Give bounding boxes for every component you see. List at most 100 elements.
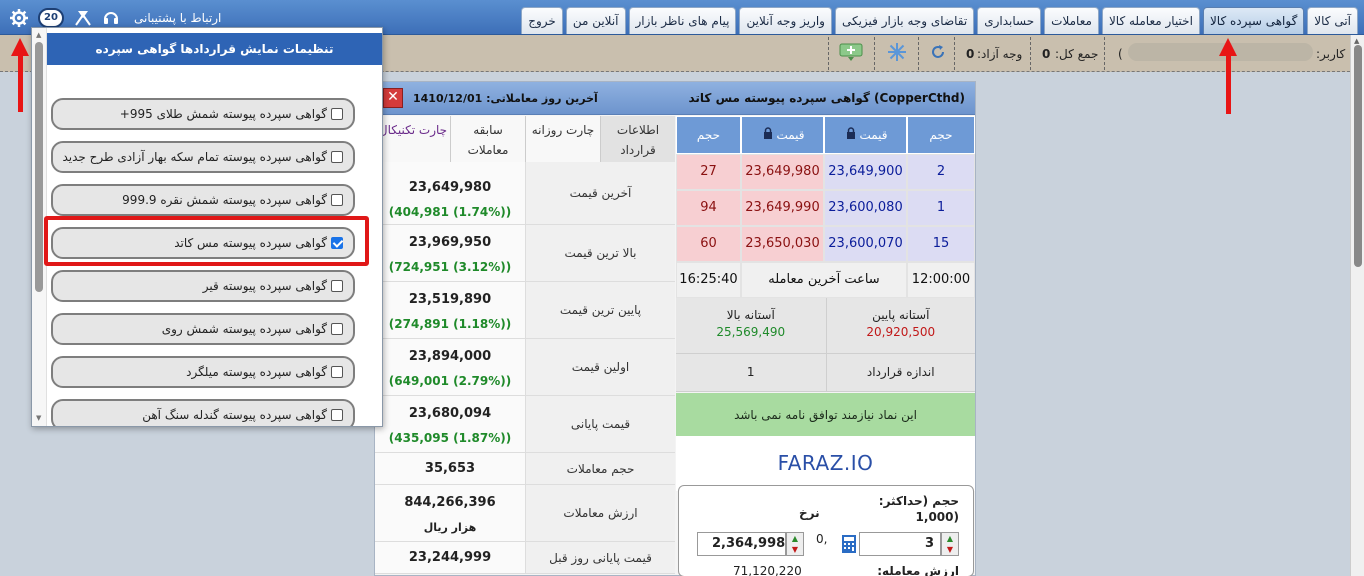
sell-volume: 60 xyxy=(676,226,741,262)
last-day-label: آخرین روز معاملاتی: xyxy=(486,92,598,105)
annotation-highlight-box xyxy=(44,216,369,266)
high-threshold: آستانه بالا 25,569,490 xyxy=(676,298,826,353)
checkbox[interactable] xyxy=(331,323,343,335)
tab-my-online[interactable]: آنلاین من xyxy=(565,7,626,34)
volume-stepper[interactable]: ▲ ▼ xyxy=(941,532,959,556)
headset-icon[interactable] xyxy=(102,8,120,29)
order-book-row[interactable]: 2 23,649,900 23,649,980 27 xyxy=(676,154,975,190)
contract-option[interactable]: گواهی سپرده پیوسته گندله سنگ آهن xyxy=(51,399,355,426)
tab-logout[interactable]: خروج xyxy=(521,7,563,34)
header-buy-price-text: قیمت xyxy=(859,128,888,142)
contract-option[interactable]: گواهی سپرده پیوسته شمش نقره 999.9 xyxy=(51,184,355,216)
divider xyxy=(1030,37,1031,70)
tab-physical-market-funds[interactable]: تقاضای وجه بازار فیزیکی xyxy=(834,7,975,34)
volume-label-line2: (1,000 xyxy=(915,510,959,524)
sell-volume: 27 xyxy=(676,154,741,190)
close-panel-button[interactable]: ✕ xyxy=(383,88,403,108)
contract-option[interactable]: گواهی سپرده پیوسته شمش طلای 995+ xyxy=(51,98,355,130)
contract-option-label: گواهی سپرده پیوسته قیر xyxy=(202,279,327,293)
sell-price[interactable]: 23,649,980 xyxy=(741,154,824,190)
contract-option[interactable]: گواهی سپرده پیوسته قیر xyxy=(51,270,355,302)
tab-supervisor-messages[interactable]: پیام های ناظر بازار xyxy=(628,7,737,34)
volume-down-icon[interactable]: ▼ xyxy=(942,544,958,555)
order-book-row[interactable]: 1 23,600,080 23,649,990 94 xyxy=(676,190,975,226)
buy-count: 15 xyxy=(907,226,975,262)
tab-futures[interactable]: آتی کالا xyxy=(1307,7,1358,34)
snowflake-icon[interactable] xyxy=(884,39,910,65)
contract-size-label: اندازه قرارداد xyxy=(825,354,976,391)
tab-trades[interactable]: معاملات xyxy=(1044,7,1099,34)
stat-label: حجم معاملات xyxy=(525,453,675,484)
header-buy-count: حجم xyxy=(907,116,975,154)
stat-value: 23,519,890 (274,891 (1.18%)) xyxy=(375,282,525,338)
stat-label: ارزش معاملات xyxy=(525,485,675,541)
stat-main-value: 23,244,999 xyxy=(408,550,492,565)
stat-main-value: 23,680,094 xyxy=(408,406,492,421)
divider xyxy=(954,37,955,70)
checkbox[interactable] xyxy=(331,280,343,292)
scroll-up-icon[interactable]: ▲ xyxy=(36,31,41,39)
tab-deposit-certificate[interactable]: گواهی سپرده کالا xyxy=(1202,7,1305,34)
stat-value: 23,649,980 (404,981 (1.74%)) xyxy=(375,162,525,224)
lock-icon xyxy=(846,117,856,153)
contract-size-value: 1 xyxy=(746,365,755,379)
sell-price[interactable]: 23,649,990 xyxy=(741,190,824,226)
calculator-icon[interactable] xyxy=(841,534,857,557)
checkbox[interactable] xyxy=(331,151,343,163)
volume-up-icon[interactable]: ▲ xyxy=(942,533,958,544)
order-book-row[interactable]: 15 23,600,070 23,650,030 60 xyxy=(676,226,975,262)
tab-options[interactable]: اختیار معامله کالا xyxy=(1101,7,1200,34)
stat-main-value: 23,894,000 xyxy=(408,349,492,364)
volume-label-line1: حجم (حداکثر: xyxy=(878,494,959,508)
time-right: 16:25:40 xyxy=(676,262,741,298)
add-order-icon[interactable] xyxy=(838,39,864,65)
divider xyxy=(828,37,829,70)
page-scrollbar[interactable]: ▲ xyxy=(1350,35,1364,576)
trade-value: 71,120,220 xyxy=(733,564,802,576)
stat-value: 23,969,950 (724,951 (3.12%)) xyxy=(375,225,525,281)
contract-option[interactable]: گواهی سپرده پیوسته میلگرد xyxy=(51,356,355,388)
price-up-icon[interactable]: ▲ xyxy=(787,533,803,544)
thresholds-row: آستانه پایین 20,920,500 آستانه بالا 25,569… xyxy=(676,298,975,354)
buy-price[interactable]: 23,600,080 xyxy=(824,190,907,226)
refresh-icon[interactable] xyxy=(925,39,951,65)
notification-badge[interactable]: 20 xyxy=(38,8,64,28)
tab-technical-chart[interactable]: چارت تکنیکال xyxy=(375,116,450,162)
dropdown-title: تنظیمات نمایش قراردادها گواهی سپرده xyxy=(47,33,382,65)
tab-contract-info[interactable]: اطلاعات قرارداد xyxy=(600,116,675,162)
contract-option[interactable]: گواهی سپرده پیوسته شمش روی xyxy=(51,313,355,345)
checkbox[interactable] xyxy=(331,194,343,206)
scroll-down-icon[interactable]: ▼ xyxy=(36,414,41,422)
price-stepper[interactable]: ▲ ▼ xyxy=(786,532,804,556)
tab-online-deposit[interactable]: واریز وجه آنلاین xyxy=(739,7,832,34)
price-down-icon[interactable]: ▼ xyxy=(787,544,803,555)
order-book-header: حجم قیمت قیمت حجم xyxy=(676,116,975,154)
stat-value: 23,680,094 (435,095 (1.87%)) xyxy=(375,396,525,452)
contract-option-label: گواهی سپرده پیوسته میلگرد xyxy=(186,365,327,379)
checkbox[interactable] xyxy=(331,366,343,378)
panel-title: (CopperCthd) گواهی سپرده پیوسته مس کاتد xyxy=(688,91,965,105)
stat-row: آخرین قیمت 23,649,980 (404,981 (1.74%)) xyxy=(375,162,675,225)
tab-accounting[interactable]: حسابداری xyxy=(977,7,1042,34)
page-scrollbar-thumb[interactable] xyxy=(1354,45,1362,267)
gear-icon[interactable] xyxy=(8,7,30,29)
buy-price[interactable]: 23,600,070 xyxy=(824,226,907,262)
buy-price[interactable]: 23,649,900 xyxy=(824,154,907,190)
volume-input[interactable]: 3 xyxy=(859,532,941,556)
dropdown-scrollbar-thumb[interactable] xyxy=(35,42,43,292)
main-tabs: آتی کالا گواهی سپرده کالا اختیار معامله … xyxy=(521,7,1358,34)
checkbox[interactable] xyxy=(331,108,343,120)
contract-option[interactable]: گواهی سپرده پیوسته تمام سکه بهار آزادی ط… xyxy=(51,141,355,173)
contract-option-label: گواهی سپرده پیوسته شمش طلای 995+ xyxy=(119,107,327,121)
sell-price[interactable]: 23,650,030 xyxy=(741,226,824,262)
scroll-up-icon[interactable]: ▲ xyxy=(1354,37,1359,45)
tab-daily-chart[interactable]: چارت روزانه xyxy=(525,116,600,162)
last-trading-day: آخرین روز معاملاتی: 1410/12/01 xyxy=(413,92,598,105)
tab-trade-history[interactable]: سابقه معاملات xyxy=(450,116,525,162)
price-input[interactable]: 2,364,998 xyxy=(697,532,786,556)
support-link[interactable]: ارتباط با پشتیبانی xyxy=(134,11,221,25)
contract-panel: ✕ آخرین روز معاملاتی: 1410/12/01 (Copper… xyxy=(374,81,976,576)
checkbox[interactable] xyxy=(331,409,343,421)
stats-table: آخرین قیمت 23,649,980 (404,981 (1.74%)) ب… xyxy=(375,162,675,574)
order-book: حجم قیمت قیمت حجم 2 23,649,900 23,649,98… xyxy=(676,116,975,491)
